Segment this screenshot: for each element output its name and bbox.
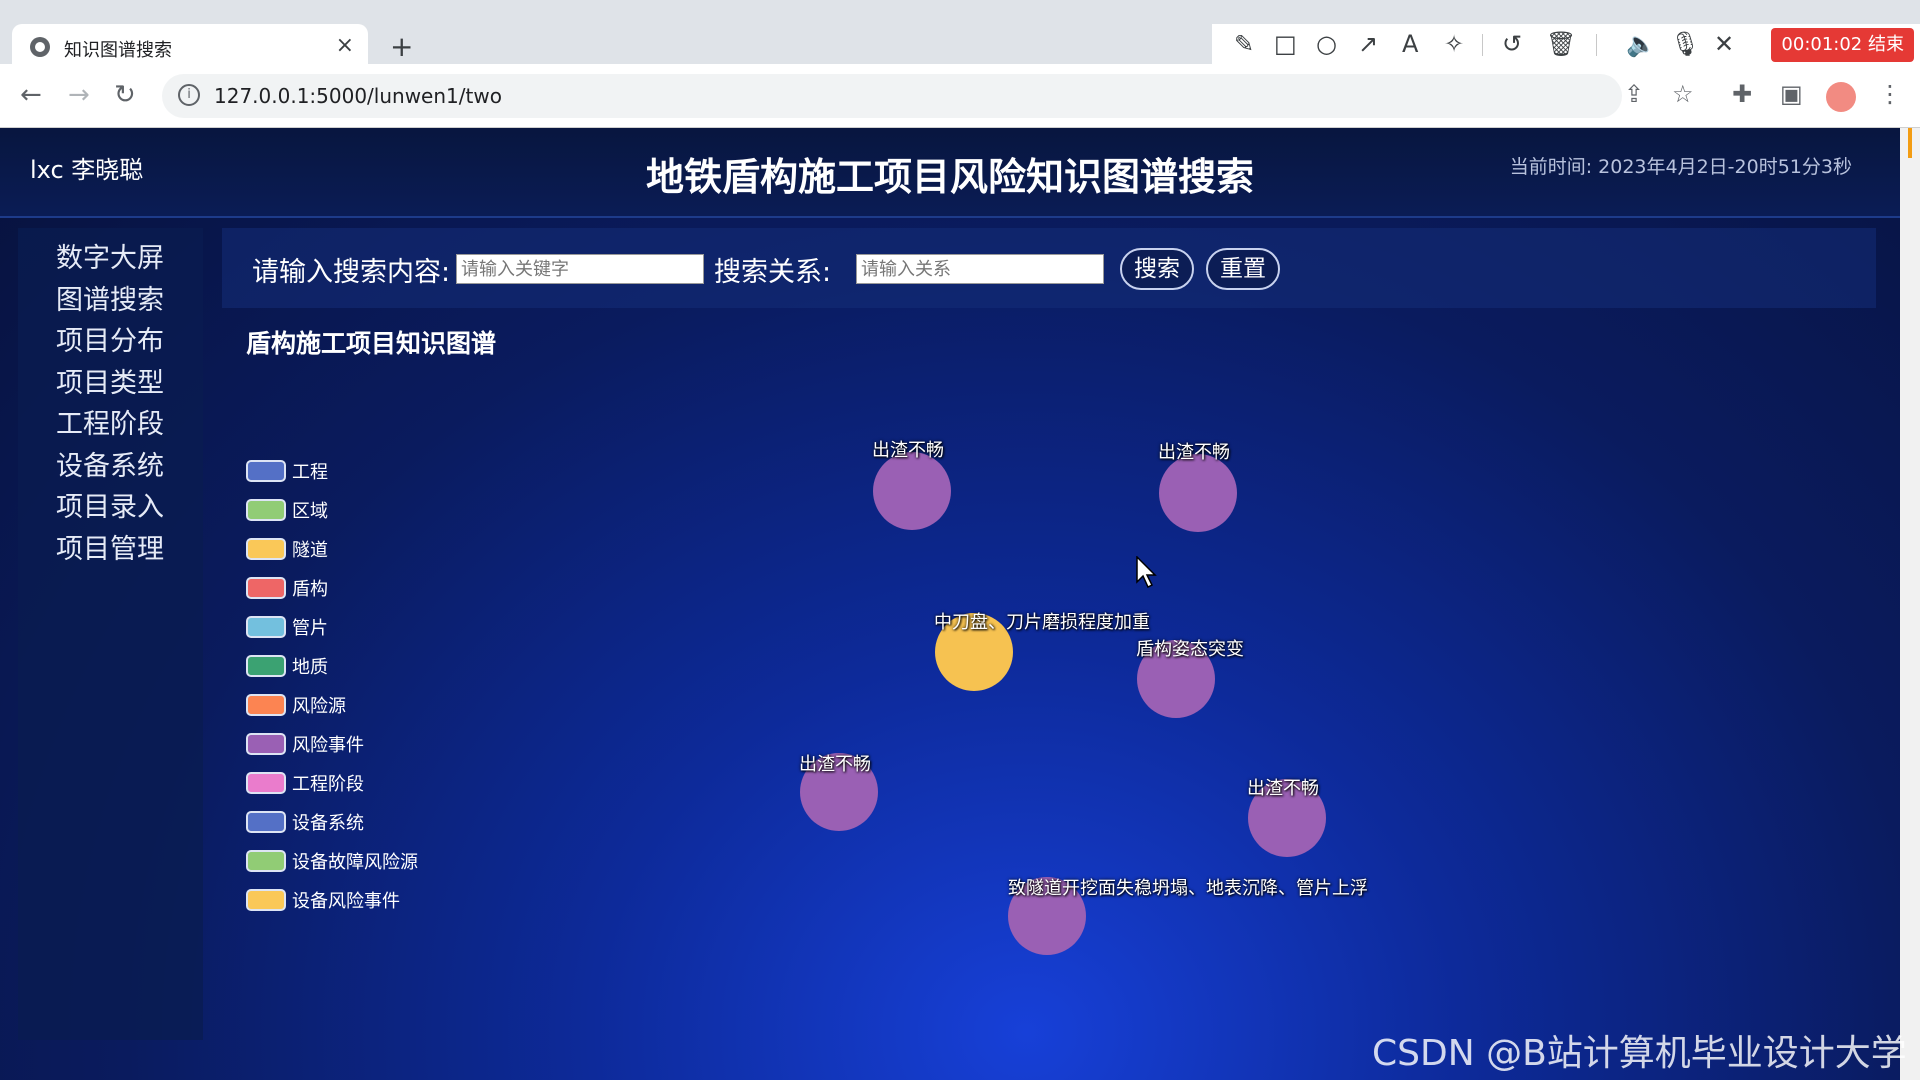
legend-label: 管片 <box>292 618 328 639</box>
current-time-value: 2023年4月2日-20时51分3秒 <box>1598 156 1852 178</box>
relation-input[interactable] <box>856 254 1104 284</box>
recording-toolbar: ✎ □ ○ ↗ A ✧ ↺ 🗑 🔈 🎙 ✕ 00:01:02 结束 <box>1212 24 1920 64</box>
microphone-icon[interactable]: 🎙 <box>1670 30 1700 58</box>
graph-node-label: 盾构姿态突变 <box>1136 639 1244 660</box>
legend-swatch <box>246 616 286 638</box>
pen-icon[interactable]: ✎ <box>1234 30 1254 58</box>
legend-label: 工程 <box>292 462 328 483</box>
tab-close-icon[interactable]: × <box>336 33 354 58</box>
graph-node-label: 致隧道开挖面失稳坍塌、地表沉降、管片上浮 <box>1008 878 1368 899</box>
reload-icon[interactable]: ↻ <box>114 80 136 110</box>
scroll-indicator <box>1908 128 1912 158</box>
current-time: 当前时间: 2023年4月2日-20时51分3秒 <box>1510 152 1852 179</box>
legend-label: 区域 <box>292 501 328 522</box>
legend-swatch <box>246 460 286 482</box>
url-field[interactable]: i 127.0.0.1:5000/lunwen1/two <box>162 74 1622 118</box>
sidebar-item-dashboard[interactable]: 数字大屏 <box>56 236 164 275</box>
legend-label: 风险事件 <box>292 735 364 756</box>
browser-tab-bar: 知识图谱搜索 × + ✎ □ ○ ↗ A ✧ ↺ 🗑 🔈 🎙 ✕ 00:01:0… <box>0 0 1920 70</box>
toolbar-divider <box>1596 34 1597 56</box>
forward-arrow-icon[interactable]: → <box>68 80 90 110</box>
tab-title: 知识图谱搜索 <box>64 40 172 61</box>
legend-swatch <box>246 850 286 872</box>
graph-node-label: 出渣不畅 <box>1247 778 1319 799</box>
text-icon[interactable]: A <box>1402 30 1418 58</box>
legend-label: 设备故障风险源 <box>292 852 418 873</box>
address-bar: ← → ↻ i 127.0.0.1:5000/lunwen1/two ⇪ ☆ ✚… <box>0 64 1920 128</box>
page-header: lxc 李晓聪 地铁盾构施工项目风险知识图谱搜索 当前时间: 2023年4月2日… <box>0 128 1900 218</box>
menu-dots-icon[interactable]: ⋮ <box>1878 80 1902 108</box>
legend-label: 隧道 <box>292 540 328 561</box>
reset-button[interactable]: 重置 <box>1206 248 1280 290</box>
legend-swatch <box>246 538 286 560</box>
legend-swatch <box>246 889 286 911</box>
sidebar-item-project-entry[interactable]: 项目录入 <box>56 485 164 524</box>
sidebar-menu: 数字大屏 图谱搜索 项目分布 项目类型 工程阶段 设备系统 项目录入 项目管理 <box>18 228 203 1040</box>
legend-label: 盾构 <box>292 579 328 600</box>
keyword-input[interactable] <box>456 254 704 284</box>
graph-node[interactable] <box>873 452 951 530</box>
speaker-icon[interactable]: 🔈 <box>1626 30 1656 58</box>
info-icon[interactable]: i <box>178 84 200 106</box>
magic-wand-icon[interactable]: ✧ <box>1444 30 1464 58</box>
undo-icon[interactable]: ↺ <box>1502 30 1522 58</box>
legend-swatch <box>246 655 286 677</box>
globe-icon <box>30 37 50 57</box>
share-icon[interactable]: ⇪ <box>1624 80 1644 108</box>
legend-label: 风险源 <box>292 696 346 717</box>
legend-swatch <box>246 811 286 833</box>
arrow-icon[interactable]: ↗ <box>1358 30 1378 58</box>
rectangle-icon[interactable]: □ <box>1274 30 1297 58</box>
sidebar-item-graph-search[interactable]: 图谱搜索 <box>56 278 164 317</box>
sidebar-item-project-type[interactable]: 项目类型 <box>56 361 164 400</box>
search-content-label: 请输入搜索内容: <box>252 257 451 288</box>
sidebar-item-project-distribution[interactable]: 项目分布 <box>56 319 164 358</box>
graph-node-label: 出渣不畅 <box>872 440 944 461</box>
graph-node[interactable] <box>1159 454 1237 532</box>
search-bar: 请输入搜索内容: 搜索关系: 搜索 重置 <box>222 228 1876 308</box>
legend-label: 设备系统 <box>292 813 364 834</box>
url-text[interactable]: 127.0.0.1:5000/lunwen1/two <box>214 84 502 108</box>
legend-label: 设备风险事件 <box>292 891 400 912</box>
page-scrollbar[interactable] <box>1900 128 1920 1080</box>
legend-swatch <box>246 577 286 599</box>
trash-icon[interactable]: 🗑 <box>1546 30 1576 58</box>
profile-avatar[interactable] <box>1826 82 1856 112</box>
graph-node-label: 出渣不畅 <box>1158 442 1230 463</box>
current-time-label: 当前时间: <box>1509 156 1593 178</box>
graph-node-label: 中刀盘、刀片磨损程度加重 <box>934 612 1150 633</box>
sidebar-item-equipment-system[interactable]: 设备系统 <box>56 444 164 483</box>
sidebar-item-project-management[interactable]: 项目管理 <box>56 527 164 566</box>
sidebar-item-engineering-stage[interactable]: 工程阶段 <box>56 402 164 441</box>
star-icon[interactable]: ☆ <box>1672 80 1694 108</box>
search-button[interactable]: 搜索 <box>1120 248 1194 290</box>
watermark: CSDN @B站计算机毕业设计大学 <box>1372 1033 1907 1074</box>
legend-swatch <box>246 694 286 716</box>
search-relation-label: 搜索关系: <box>714 257 832 288</box>
legend-label: 工程阶段 <box>292 774 364 795</box>
legend-swatch <box>246 772 286 794</box>
legend-swatch <box>246 733 286 755</box>
web-page: lxc 李晓聪 地铁盾构施工项目风险知识图谱搜索 当前时间: 2023年4月2日… <box>0 128 1900 1080</box>
graph-title: 盾构施工项目知识图谱 <box>246 329 497 358</box>
extensions-icon[interactable]: ✚ <box>1732 80 1752 108</box>
back-arrow-icon[interactable]: ← <box>20 80 42 110</box>
legend-label: 地质 <box>292 657 328 678</box>
new-tab-button[interactable]: + <box>390 30 413 63</box>
mouse-cursor-icon <box>1136 556 1157 589</box>
circle-icon[interactable]: ○ <box>1316 30 1337 58</box>
close-icon[interactable]: ✕ <box>1714 30 1734 58</box>
toolbar-divider <box>1482 34 1483 56</box>
recording-timer-button[interactable]: 00:01:02 结束 <box>1771 28 1914 62</box>
legend-swatch <box>246 499 286 521</box>
sidepanel-icon[interactable]: ▣ <box>1780 80 1803 108</box>
graph-node-label: 出渣不畅 <box>799 754 871 775</box>
